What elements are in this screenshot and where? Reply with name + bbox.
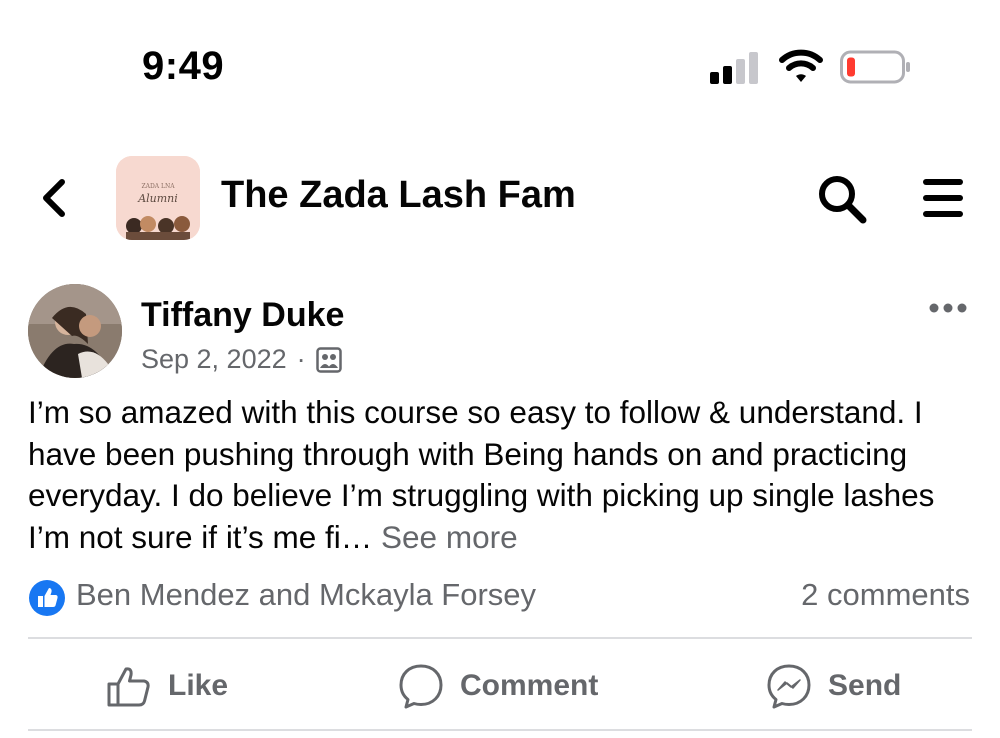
wifi-icon [779, 49, 823, 82]
battery-icon [840, 50, 910, 84]
more-options-icon[interactable] [928, 298, 968, 318]
comment-label: Comment [460, 669, 599, 702]
send-label: Send [828, 669, 902, 702]
group-logo-text: ZADA LNA [141, 183, 175, 190]
group-audience-icon [315, 346, 342, 373]
group-thumbnail[interactable]: ZADA LNA Alumni [116, 156, 200, 240]
messenger-icon [767, 664, 811, 709]
thumbs-up-icon [107, 667, 150, 707]
see-more-link[interactable]: See more [381, 519, 518, 555]
post-body: I’m so amazed with this course so easy t… [28, 392, 973, 558]
comment-count[interactable]: 2 comments [801, 577, 970, 613]
reactors-list[interactable]: Ben Mendez and Mckayla Forsey [76, 577, 536, 613]
post-date[interactable]: Sep 2, 2022 [141, 344, 287, 375]
like-button[interactable]: Like [106, 660, 228, 712]
comment-button[interactable]: Comment [398, 660, 598, 712]
avatar-photo [28, 284, 122, 378]
author-name[interactable]: Tiffany Duke [141, 296, 344, 335]
author-avatar[interactable] [28, 284, 122, 378]
hamburger-menu-icon[interactable] [921, 176, 965, 220]
back-arrow-icon[interactable] [36, 176, 72, 220]
like-label: Like [168, 669, 229, 702]
send-button[interactable]: Send [766, 660, 901, 712]
search-icon[interactable] [815, 172, 869, 226]
post-meta: Sep 2, 2022 · [141, 344, 342, 375]
group-logo-image: ZADA LNA Alumni [116, 156, 200, 240]
cellular-signal-icon [710, 52, 758, 84]
status-time: 9:49 [142, 44, 225, 88]
like-reaction-icon[interactable] [28, 579, 66, 617]
divider [28, 729, 972, 731]
comment-bubble-icon [399, 664, 443, 709]
group-logo-script: Alumni [137, 192, 178, 205]
divider [28, 637, 972, 639]
group-title[interactable]: The Zada Lash Fam [221, 174, 576, 217]
meta-separator: · [296, 344, 306, 374]
